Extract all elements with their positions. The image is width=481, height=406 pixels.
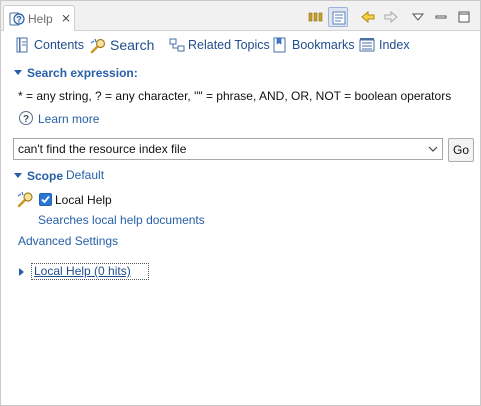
expanded-twisty-icon[interactable]: [14, 172, 22, 180]
local-help-search-icon: [17, 191, 33, 208]
local-help-hits-label[interactable]: Local Help (0 hits): [34, 264, 131, 278]
nav-related-topics-label: Related Topics: [188, 38, 270, 52]
show-in-toc-icon[interactable]: [328, 7, 348, 27]
back-icon[interactable]: [358, 7, 378, 27]
search-query-value[interactable]: can't find the resource index file: [18, 142, 186, 156]
go-button[interactable]: Go: [448, 138, 474, 162]
search-query-combo[interactable]: can't find the resource index file: [13, 138, 443, 160]
expanded-twisty-icon[interactable]: [14, 69, 22, 77]
contents-icon: [16, 37, 28, 53]
learn-more-label: Learn more: [38, 112, 100, 126]
index-icon: [359, 38, 375, 52]
nav-bookmarks-label: Bookmarks: [292, 38, 355, 52]
minimize-icon[interactable]: [431, 7, 451, 27]
bookmarks-icon: [273, 37, 286, 53]
scope-default-link[interactable]: Default: [66, 168, 104, 182]
close-icon[interactable]: ⨯: [61, 11, 71, 25]
scope-heading: Scope: [27, 169, 64, 183]
svg-text:?: ?: [16, 15, 22, 25]
svg-text:?: ?: [23, 114, 29, 125]
help-circle-icon: ?: [19, 111, 33, 125]
nav-contents-label: Contents: [34, 38, 85, 52]
nav-related-topics[interactable]: Related Topics: [169, 36, 270, 54]
related-topics-icon: [169, 38, 185, 52]
nav-search-label: Search: [110, 37, 155, 53]
nav-search[interactable]: Search: [89, 36, 161, 54]
view-menu-icon[interactable]: [408, 7, 428, 27]
help-view: ? Help ⨯ Contents Search Related Topics …: [0, 0, 481, 406]
nav-index[interactable]: Index: [359, 36, 411, 54]
search-icon: [90, 38, 106, 54]
collapsed-twisty-icon[interactable]: [19, 268, 25, 276]
search-expression-heading: Search expression:: [27, 66, 138, 80]
local-help-description-link[interactable]: Searches local help documents: [38, 213, 205, 227]
help-icon: ?: [9, 11, 25, 30]
nav-contents[interactable]: Contents: [15, 36, 85, 54]
advanced-settings-link[interactable]: Advanced Settings: [18, 234, 118, 248]
local-help-checkbox[interactable]: [39, 193, 52, 206]
view-title: Help: [28, 12, 53, 26]
chevron-down-icon[interactable]: [428, 144, 438, 154]
help-nav-bar: Contents Search Related Topics Bookmarks…: [1, 33, 480, 57]
maximize-icon[interactable]: [454, 7, 474, 27]
forward-icon[interactable]: [381, 7, 401, 27]
nav-bookmarks[interactable]: Bookmarks: [272, 36, 355, 54]
view-tab-bar: ? Help ⨯: [1, 1, 480, 31]
show-all-topics-icon[interactable]: [306, 7, 326, 27]
search-syntax-hint: * = any string, ? = any character, "" = …: [18, 89, 452, 103]
local-help-label[interactable]: Local Help: [55, 193, 112, 207]
help-view-tab[interactable]: ? Help ⨯: [3, 5, 75, 31]
nav-index-label: Index: [379, 38, 410, 52]
